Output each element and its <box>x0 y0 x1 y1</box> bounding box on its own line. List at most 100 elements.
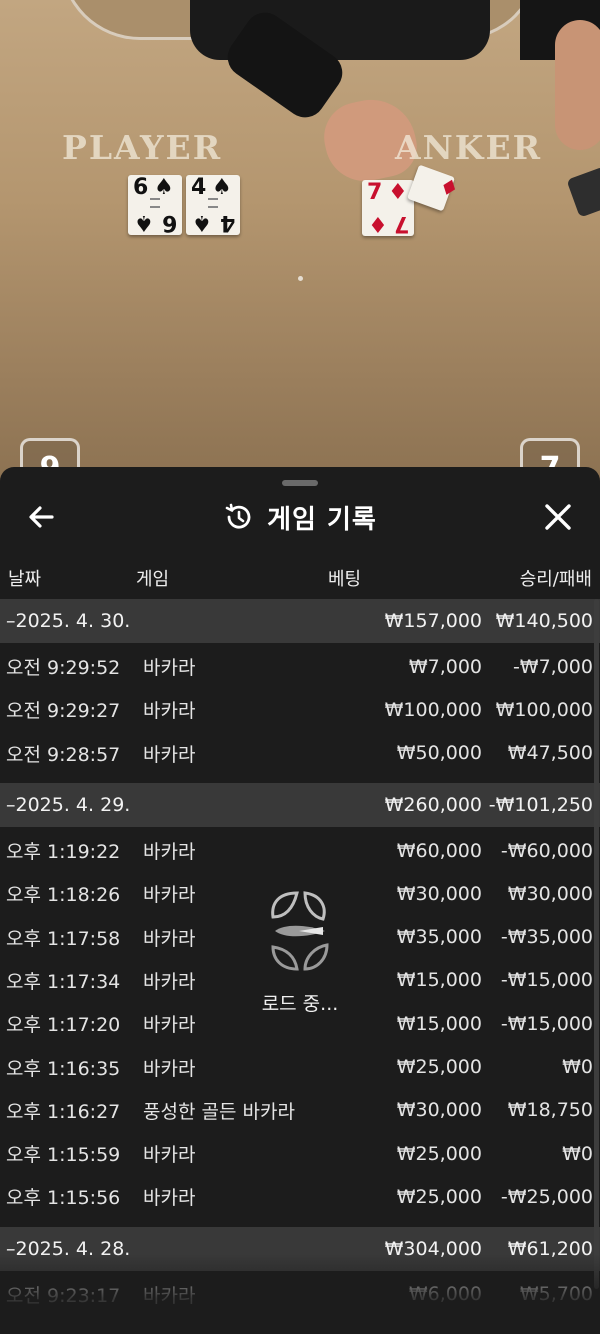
table-row[interactable]: 오후 1:16:27 풍성한 골든 바카라 ₩30,000 ₩18,750 <box>0 1089 600 1132</box>
row-result: ₩18,750 <box>507 1099 593 1122</box>
row-result: -₩15,000 <box>500 1012 593 1035</box>
row-bet: ₩15,000 <box>396 969 482 992</box>
player-card: 6 ♠ ♠ 6 <box>128 175 182 235</box>
scrollbar[interactable] <box>594 599 599 1289</box>
row-bet: ₩7,000 <box>408 655 482 678</box>
row-game: 바카라 <box>143 841 196 864</box>
row-time: 오후 1:16:35 <box>6 1057 121 1080</box>
date-win-total: ₩61,200 <box>507 1237 593 1260</box>
close-button[interactable] <box>538 497 578 537</box>
row-game: 바카라 <box>143 1057 196 1080</box>
row-time: 오후 1:19:22 <box>6 841 121 864</box>
row-time: 오전 9:28:57 <box>6 743 121 766</box>
row-result: -₩7,000 <box>512 655 593 678</box>
table-row[interactable]: 오전 9:29:27 바카라 ₩100,000 ₩100,000 <box>0 688 600 731</box>
loading-text: 로드 중... <box>261 993 339 1015</box>
row-result: ₩30,000 <box>507 882 593 905</box>
row-bet: ₩25,000 <box>396 1056 482 1079</box>
column-header-date: 날짜 <box>8 569 42 590</box>
close-icon <box>545 504 571 530</box>
banker-card: ♦ <box>406 164 462 212</box>
row-bet: ₩100,000 <box>384 698 482 721</box>
player-label: PLAYER <box>62 128 223 167</box>
column-header-win-loss: 승리/패배 <box>519 569 592 590</box>
row-game: 바카라 <box>143 657 196 680</box>
row-time: 오전 9:29:52 <box>6 657 121 680</box>
date-group-header[interactable]: –2025. 4. 30. ₩157,000 ₩140,500 <box>0 599 600 643</box>
date-bet-total: ₩304,000 <box>384 1237 482 1260</box>
row-bet: ₩15,000 <box>396 1012 482 1035</box>
row-game: 바카라 <box>143 1187 196 1210</box>
date-group-rows: 오전 9:23:17 바카라 ₩6,000 ₩5,700 <box>0 1271 600 1324</box>
row-bet: ₩30,000 <box>396 882 482 905</box>
row-bet: ₩50,000 <box>396 742 482 765</box>
row-bet: ₩25,000 <box>396 1185 482 1208</box>
date-label: –2025. 4. 29. <box>6 793 131 816</box>
date-bet-total: ₩260,000 <box>384 793 482 816</box>
date-group-rows: 오전 9:29:52 바카라 ₩7,000 -₩7,000 오전 9:29:27 바카라 ₩… <box>0 643 600 783</box>
row-game: 풍성한 골든 바카라 <box>143 1100 295 1123</box>
live-video-feed: PLAYER ANKER 6♠ ♠6 4♠ ♠4 7♦ ♦7 ♦ 9 7 <box>0 0 600 500</box>
banker-card: 7 ♦ ♦ 7 <box>362 180 414 236</box>
row-time: 오후 1:15:59 <box>6 1144 121 1167</box>
row-bet: ₩6,000 <box>408 1283 482 1306</box>
page-title: 게임 기록 <box>267 504 377 535</box>
row-time: 오후 1:17:58 <box>6 927 121 950</box>
row-time: 오후 1:18:26 <box>6 884 121 907</box>
table-row[interactable]: 오후 1:15:59 바카라 ₩25,000 ₩0 <box>0 1132 600 1175</box>
row-result: -₩60,000 <box>500 839 593 862</box>
row-result: ₩100,000 <box>495 698 593 721</box>
row-result: -₩15,000 <box>500 969 593 992</box>
table-row[interactable]: 오후 1:19:22 바카라 ₩60,000 -₩60,000 <box>0 829 600 872</box>
table-row[interactable]: 오후 1:15:56 바카라 ₩25,000 -₩25,000 <box>0 1175 600 1218</box>
table-row[interactable]: 오전 9:23:17 바카라 ₩6,000 ₩5,700 <box>0 1273 600 1316</box>
dealer-hand <box>555 20 600 150</box>
card-shoe <box>566 166 600 218</box>
sheet-header: 게임 기록 <box>0 495 600 539</box>
table-row[interactable]: 오후 1:16:35 바카라 ₩25,000 ₩0 <box>0 1045 600 1088</box>
date-label: –2025. 4. 28. <box>6 1237 131 1260</box>
table-marker <box>298 276 303 281</box>
row-result: ₩0 <box>562 1056 593 1079</box>
row-result: -₩35,000 <box>500 926 593 949</box>
row-time: 오후 1:15:56 <box>6 1187 121 1210</box>
table-row[interactable]: 오전 9:28:57 바카라 ₩50,000 ₩47,500 <box>0 732 600 775</box>
loader-icon <box>271 891 329 971</box>
row-bet: ₩60,000 <box>396 839 482 862</box>
row-result: ₩0 <box>562 1142 593 1165</box>
row-result: ₩5,700 <box>519 1283 593 1306</box>
row-result: -₩25,000 <box>500 1185 593 1208</box>
row-result: ₩47,500 <box>507 742 593 765</box>
history-icon <box>225 503 251 529</box>
sheet-drag-handle[interactable] <box>282 480 318 486</box>
row-bet: ₩25,000 <box>396 1142 482 1165</box>
game-history-sheet: 게임 기록 날짜 게임 베팅 승리/패배 –2025. 4. 30. ₩157,0… <box>0 467 600 1334</box>
date-group-header[interactable]: –2025. 4. 28. ₩304,000 ₩61,200 <box>0 1226 600 1271</box>
row-game: 바카라 <box>143 970 196 993</box>
date-bet-total: ₩157,000 <box>384 610 482 632</box>
row-game: 바카라 <box>143 1144 196 1167</box>
row-time: 오전 9:29:27 <box>6 700 121 723</box>
row-time: 오전 9:23:17 <box>6 1284 121 1307</box>
row-bet: ₩35,000 <box>396 926 482 949</box>
banker-label: ANKER <box>395 128 543 167</box>
row-game: 바카라 <box>143 884 196 907</box>
row-game: 바카라 <box>143 743 196 766</box>
row-game: 바카라 <box>143 1014 196 1037</box>
row-game: 바카라 <box>143 1284 196 1307</box>
date-label: –2025. 4. 30. <box>6 610 131 632</box>
date-win-total: -₩101,250 <box>488 793 593 816</box>
date-group-header[interactable]: –2025. 4. 29. ₩260,000 -₩101,250 <box>0 782 600 827</box>
row-time: 오후 1:17:20 <box>6 1014 121 1037</box>
row-time: 오후 1:17:34 <box>6 970 121 993</box>
column-header-game: 게임 <box>136 569 170 590</box>
player-card: 4 ♠ ♠ 4 <box>186 175 240 235</box>
row-time: 오후 1:16:27 <box>6 1100 121 1123</box>
column-header-bet: 베팅 <box>328 569 362 590</box>
table-row[interactable]: 오전 9:29:52 바카라 ₩7,000 -₩7,000 <box>0 645 600 688</box>
date-win-total: ₩140,500 <box>495 610 593 632</box>
loading-indicator: 로드 중... <box>230 887 370 1027</box>
row-game: 바카라 <box>143 927 196 950</box>
row-game: 바카라 <box>143 700 196 723</box>
row-bet: ₩30,000 <box>396 1099 482 1122</box>
